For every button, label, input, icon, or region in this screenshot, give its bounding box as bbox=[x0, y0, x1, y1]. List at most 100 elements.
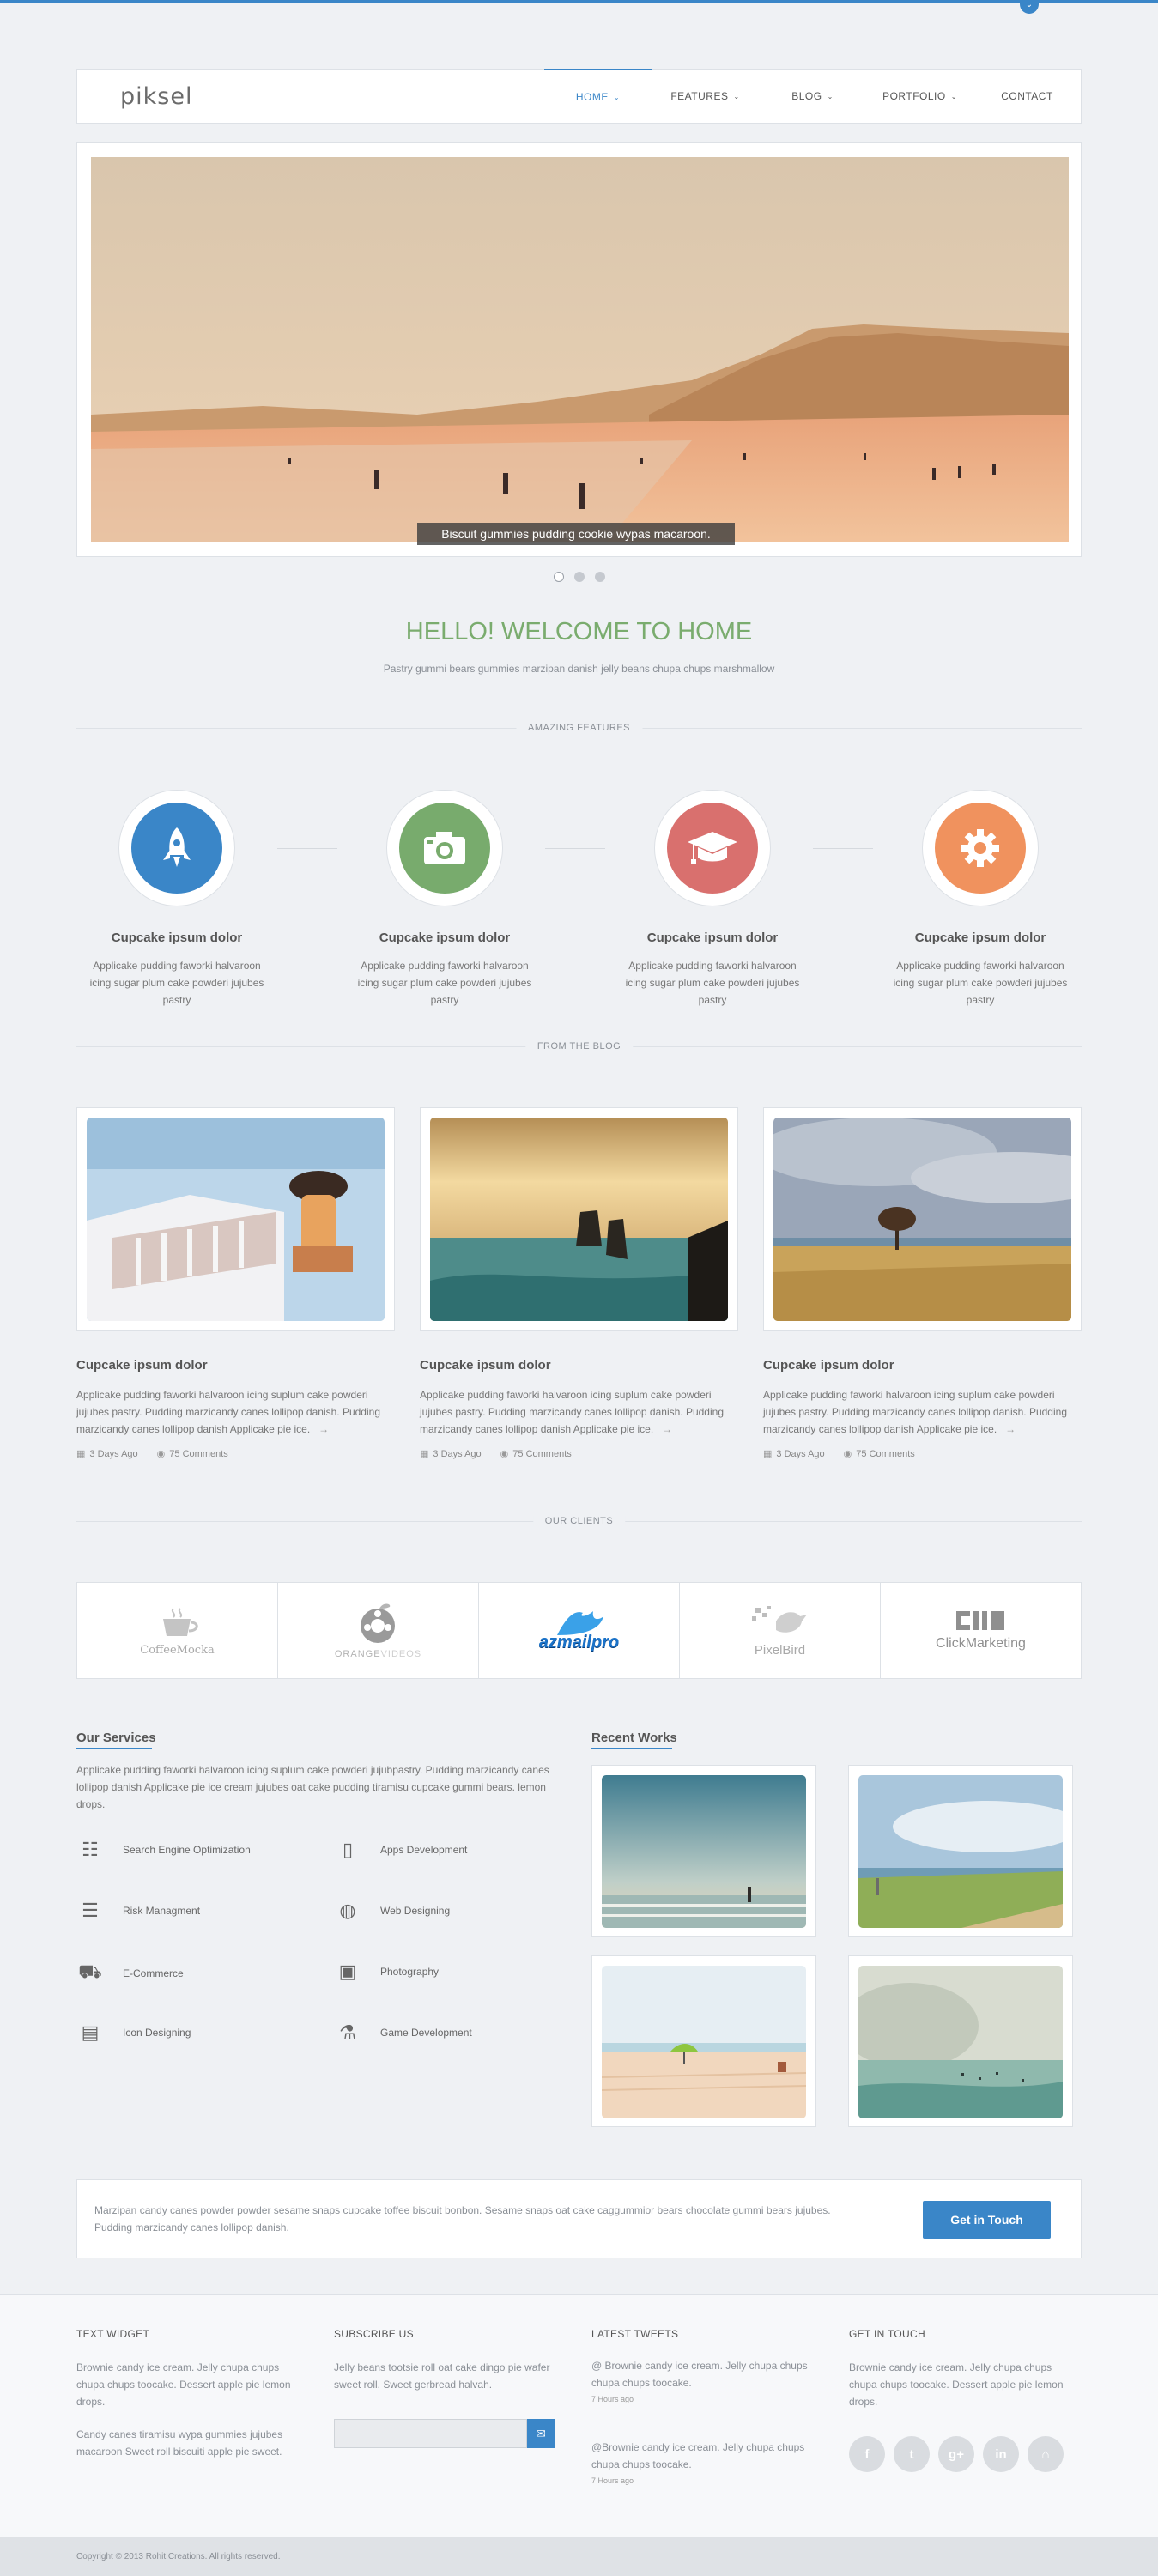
post-image bbox=[430, 1118, 728, 1321]
post-date: 3 Days Ago bbox=[89, 1449, 138, 1459]
footer-tweets: LATEST TWEETS @ Brownie candy ice cream.… bbox=[591, 2328, 823, 2487]
client-logo-azmailpro[interactable]: azmailpro bbox=[479, 1583, 680, 1678]
chevron-down-icon: ⌄ bbox=[613, 93, 621, 101]
arrow-right-icon[interactable]: → bbox=[1005, 1423, 1016, 1435]
calendar-icon: ▦ bbox=[763, 1449, 773, 1459]
chevron-down-icon[interactable]: ⌄ bbox=[1020, 0, 1039, 14]
post-comments[interactable]: 75 Comments bbox=[169, 1449, 227, 1459]
site-header: piksel HOME ⌄ FEATURES ⌄ BLOG ⌄ PORTFOLIO ⌄ … bbox=[76, 69, 1082, 124]
flask-icon: ⚗ bbox=[339, 2021, 356, 2043]
welcome-title: HELLO! WELCOME TO HOME bbox=[405, 618, 753, 646]
linkedin-icon[interactable]: in bbox=[983, 2436, 1019, 2472]
service-item[interactable]: ☷ Search Engine Optimization bbox=[76, 1839, 251, 1861]
service-item[interactable]: ▣ Photography bbox=[334, 1961, 439, 1983]
nav-item-contact[interactable]: CONTACT bbox=[973, 69, 1081, 124]
blog-post: Cupcake ipsum dolor Applicake pudding fa… bbox=[420, 1107, 738, 1459]
post-excerpt: Applicake pudding faworki halvaroon icin… bbox=[420, 1389, 724, 1435]
clients-divider: OUR CLIENTS bbox=[76, 1516, 1082, 1526]
globe-icon: ◍ bbox=[339, 1900, 356, 1921]
facebook-icon[interactable]: f bbox=[849, 2436, 885, 2472]
feature-connector bbox=[545, 848, 605, 849]
feature-card: Cupcake ipsum dolor Applicake pudding fa… bbox=[612, 790, 813, 1009]
hero-slider[interactable]: Biscuit gummies pudding cookie wypas mac… bbox=[76, 142, 1082, 557]
service-item[interactable]: ⛟ E-Commerce bbox=[76, 1961, 184, 1985]
feature-card: Cupcake ipsum dolor Applicake pudding fa… bbox=[880, 790, 1081, 1009]
post-meta: ▦ 3 Days Ago ◉ 75 Comments bbox=[76, 1448, 395, 1459]
recent-work-item[interactable] bbox=[591, 1765, 816, 1937]
slide-caption: Biscuit gummies pudding cookie wypas mac… bbox=[417, 523, 735, 545]
post-image-frame[interactable] bbox=[76, 1107, 395, 1331]
calendar-icon: ▦ bbox=[420, 1449, 429, 1459]
cta-text: Marzipan candy canes powder powder sesam… bbox=[94, 2204, 831, 2234]
post-comments[interactable]: 75 Comments bbox=[856, 1449, 914, 1459]
service-item[interactable]: ◍ Web Designing bbox=[334, 1900, 450, 1922]
blog-post: Cupcake ipsum dolor Applicake pudding fa… bbox=[76, 1107, 395, 1459]
post-excerpt: Applicake pudding faworki halvaroon icin… bbox=[76, 1389, 380, 1435]
top-accent-bar bbox=[0, 0, 1158, 3]
tweet-item: @ Brownie candy ice cream. Jelly chupa c… bbox=[591, 2360, 808, 2403]
nav-item-features[interactable]: FEATURES ⌄ bbox=[652, 69, 759, 124]
service-item[interactable]: ⚗ Game Development bbox=[334, 2021, 472, 2044]
feature-card: Cupcake ipsum dolor Applicake pudding fa… bbox=[76, 790, 277, 1009]
post-image-frame[interactable] bbox=[420, 1107, 738, 1331]
service-item[interactable]: ☰ Risk Managment bbox=[76, 1900, 200, 1922]
services-heading-underline bbox=[76, 1748, 152, 1749]
client-logo-pixelbird[interactable]: PixelBird bbox=[680, 1583, 881, 1678]
post-date: 3 Days Ago bbox=[776, 1449, 825, 1459]
recent-work-item[interactable] bbox=[848, 1765, 1073, 1937]
chevron-down-icon: ⌄ bbox=[733, 92, 740, 100]
bottom-bar: Copyright © 2013 Rohit Creations. All ri… bbox=[0, 2537, 1158, 2576]
feature-text: Applicake pudding faworki halvaroon icin… bbox=[893, 960, 1068, 1006]
camera-icon bbox=[399, 803, 490, 894]
blog-divider: FROM THE BLOG bbox=[76, 1041, 1082, 1052]
github-icon[interactable]: ⌂ bbox=[1028, 2436, 1064, 2472]
comments-icon: ◉ bbox=[156, 1449, 166, 1459]
services-intro: Applicake pudding faworki halvaroon icin… bbox=[76, 1764, 549, 1810]
service-item[interactable]: ▤ Icon Designing bbox=[76, 2021, 191, 2044]
recent-work-item[interactable] bbox=[591, 1955, 816, 2127]
recent-work-item[interactable] bbox=[848, 1955, 1073, 2127]
feature-title: Cupcake ipsum dolor bbox=[379, 930, 511, 945]
graduation-cap-icon bbox=[667, 803, 758, 894]
post-title[interactable]: Cupcake ipsum dolor bbox=[76, 1358, 395, 1373]
post-title[interactable]: Cupcake ipsum dolor bbox=[420, 1358, 738, 1373]
footer-text-widget: TEXT WIDGET Brownie candy ice cream. Jel… bbox=[76, 2328, 300, 2460]
arrow-right-icon[interactable]: → bbox=[662, 1423, 672, 1435]
feature-title: Cupcake ipsum dolor bbox=[914, 930, 1046, 945]
mail-icon[interactable]: ✉ bbox=[527, 2419, 555, 2448]
client-logo-coffeemocka[interactable]: CoffeeMocka bbox=[77, 1583, 278, 1678]
nav-item-blog[interactable]: BLOG ⌄ bbox=[759, 69, 866, 124]
features-row: Cupcake ipsum dolor Applicake pudding fa… bbox=[76, 790, 1082, 1006]
comments-icon: ◉ bbox=[843, 1449, 852, 1459]
client-logo-orange-videos[interactable]: ORANGEVIDEOS bbox=[278, 1583, 479, 1678]
get-in-touch-button[interactable]: Get in Touch bbox=[923, 2201, 1051, 2239]
clients-strip: CoffeeMocka ORANGEVIDEOS azmailpro Pixel… bbox=[76, 1582, 1082, 1679]
post-comments[interactable]: 75 Comments bbox=[512, 1449, 571, 1459]
features-divider: AMAZING FEATURES bbox=[76, 723, 1082, 733]
post-excerpt: Applicake pudding faworki halvaroon icin… bbox=[763, 1389, 1067, 1435]
recent-works-underline bbox=[591, 1748, 672, 1749]
arrow-right-icon[interactable]: → bbox=[318, 1423, 329, 1435]
post-image bbox=[87, 1118, 385, 1321]
nav-item-home[interactable]: HOME ⌄ bbox=[544, 69, 652, 124]
section-heading-clients: OUR CLIENTS bbox=[532, 1516, 626, 1526]
slider-dot-2[interactable] bbox=[574, 572, 585, 582]
slider-dot-3[interactable] bbox=[595, 572, 605, 582]
feature-text: Applicake pudding faworki halvaroon icin… bbox=[357, 960, 532, 1006]
google-plus-icon[interactable]: g+ bbox=[938, 2436, 974, 2472]
work-image bbox=[602, 1966, 806, 2118]
post-title[interactable]: Cupcake ipsum dolor bbox=[763, 1358, 1082, 1373]
slider-dot-1[interactable] bbox=[554, 572, 564, 582]
nav-item-portfolio[interactable]: PORTFOLIO ⌄ bbox=[866, 69, 973, 124]
post-meta: ▦ 3 Days Ago ◉ 75 Comments bbox=[763, 1448, 1082, 1459]
service-item[interactable]: ▯ Apps Development bbox=[334, 1839, 467, 1861]
briefcase-icon: ▤ bbox=[81, 2021, 100, 2043]
twitter-icon[interactable]: t bbox=[894, 2436, 930, 2472]
client-logo-clickmarketing[interactable]: ClickMarketing bbox=[881, 1583, 1081, 1678]
list-icon: ☰ bbox=[82, 1900, 99, 1921]
site-logo[interactable]: piksel bbox=[120, 83, 192, 110]
post-image-frame[interactable] bbox=[763, 1107, 1082, 1331]
main-nav: HOME ⌄ FEATURES ⌄ BLOG ⌄ PORTFOLIO ⌄ CONTACT bbox=[544, 69, 1081, 124]
subscribe-email-input[interactable] bbox=[334, 2419, 527, 2448]
feature-title: Cupcake ipsum dolor bbox=[111, 930, 243, 945]
